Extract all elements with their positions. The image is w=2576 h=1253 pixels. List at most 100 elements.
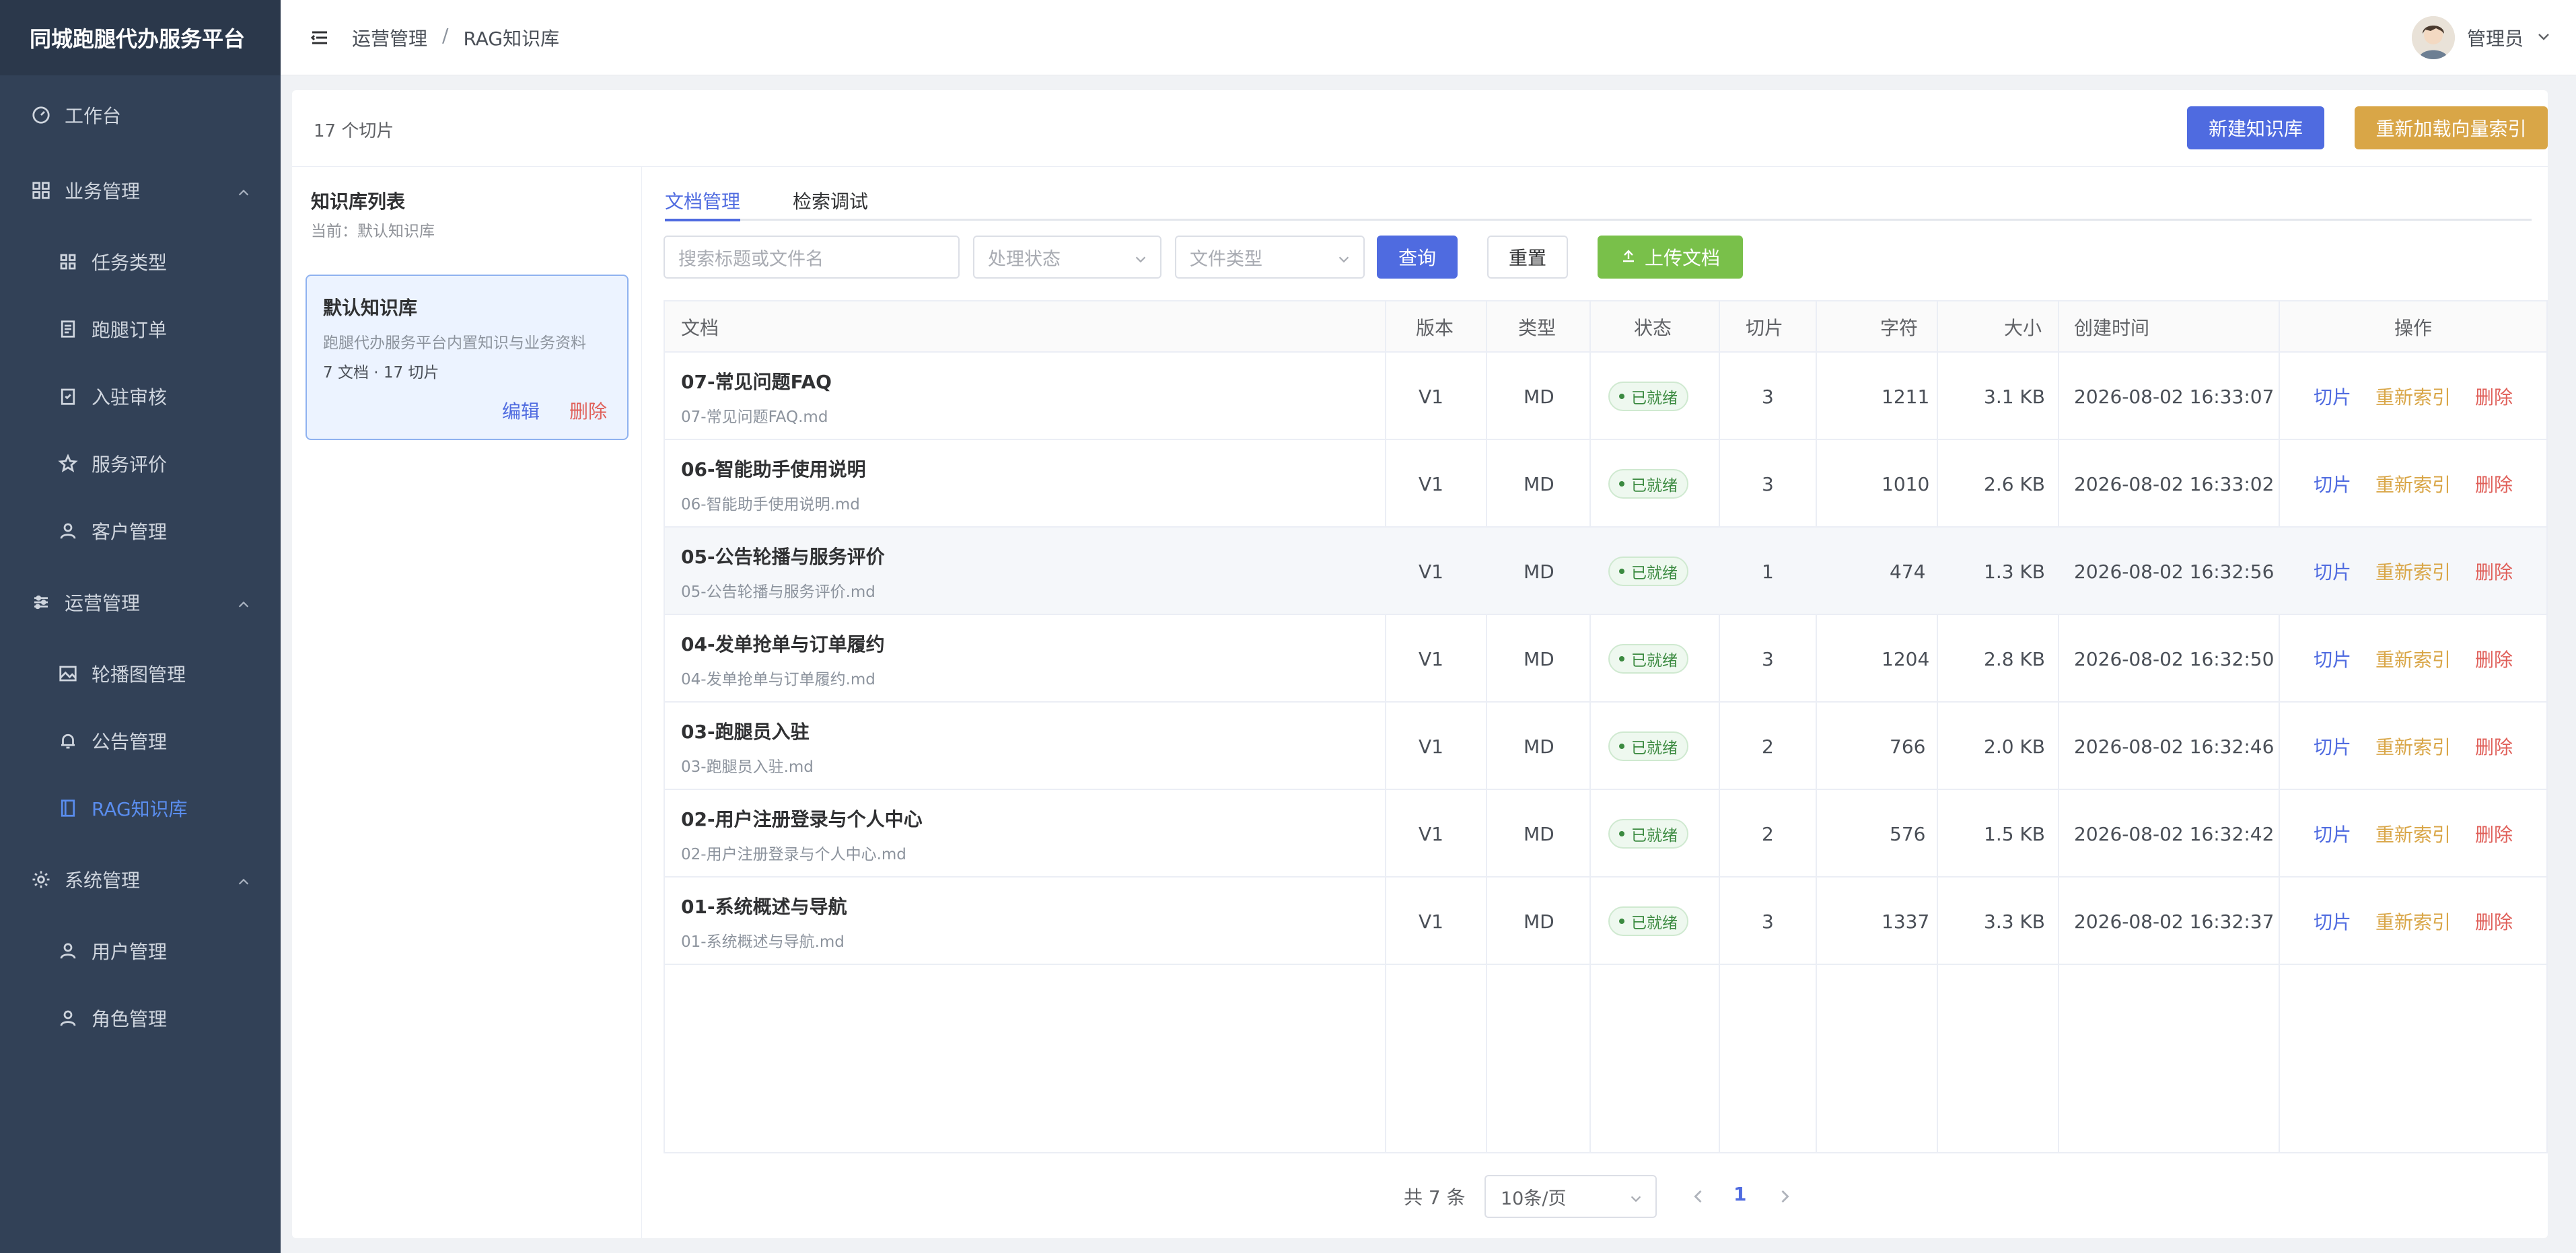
prev-page-icon[interactable] bbox=[1689, 1187, 1708, 1206]
doc-version: V1 bbox=[1419, 822, 1443, 845]
kb-card-default[interactable]: 默认知识库 跑腿代办服务平台内置知识与业务资料 7 文档 · 17 切片 编辑 … bbox=[306, 275, 629, 440]
status-select[interactable]: 处理状态 bbox=[973, 236, 1161, 279]
sidebar-item-label: 工作台 bbox=[65, 105, 122, 127]
doc-version: V1 bbox=[1419, 647, 1443, 670]
col-size: 大小 bbox=[2004, 317, 2042, 339]
doc-size: 3.1 KB bbox=[1984, 385, 2045, 408]
delete-link[interactable]: 删除 bbox=[2475, 908, 2513, 935]
doc-created: 2026-08-02 16:33:02 bbox=[2074, 472, 2275, 495]
table-row: 05-公告轮播与服务评价 05-公告轮播与服务评价.md V1 MD 已就绪 1… bbox=[665, 528, 2546, 615]
reload-vector-index-button[interactable]: 重新加载向量索引 bbox=[2355, 106, 2548, 149]
sidebar-item-roles[interactable]: 角色管理 bbox=[0, 995, 281, 1042]
kb-edit-link[interactable]: 编辑 bbox=[502, 397, 540, 424]
breadcrumb-separator: / bbox=[442, 24, 449, 46]
doc-chars: 1211 bbox=[1882, 385, 1930, 408]
menu-toggle-icon[interactable] bbox=[309, 27, 330, 48]
reindex-link[interactable]: 重新索引 bbox=[2375, 820, 2451, 847]
top-header: 运营管理 / RAG知识库 管理员 bbox=[281, 0, 2576, 75]
cut-link[interactable]: 切片 bbox=[2314, 733, 2351, 760]
documents-table: 文档 版本 类型 状态 切片 字符 大小 创建时间 操作 07-常见问题FAQ … bbox=[664, 300, 2548, 1153]
new-kb-button[interactable]: 新建知识库 bbox=[2187, 106, 2324, 149]
doc-chunks: 1 bbox=[1762, 560, 1774, 583]
doc-size: 1.3 KB bbox=[1984, 560, 2045, 583]
document-icon bbox=[57, 318, 79, 341]
tab-retrieval-debug[interactable]: 检索调试 bbox=[793, 187, 868, 214]
col-chunks: 切片 bbox=[1746, 317, 1784, 339]
sidebar-item-label: 服务评价 bbox=[92, 454, 168, 476]
row-actions: 切片 重新索引 删除 bbox=[2314, 440, 2513, 528]
delete-link[interactable]: 删除 bbox=[2475, 820, 2513, 847]
sidebar-item-rag-kb[interactable]: RAG知识库 bbox=[0, 785, 281, 832]
breadcrumb-item-operations[interactable]: 运营管理 bbox=[352, 24, 427, 51]
row-actions: 切片 重新索引 删除 bbox=[2314, 615, 2513, 703]
col-chars: 字符 bbox=[1880, 317, 1919, 339]
sidebar: 同城跑腿代办服务平台 工作台 业务管理 任务类型 跑腿订单 入驻审核 服务评价 … bbox=[0, 0, 281, 1253]
doc-type: MD bbox=[1524, 560, 1554, 583]
reset-button[interactable]: 重置 bbox=[1487, 236, 1568, 279]
sidebar-item-announcements[interactable]: 公告管理 bbox=[0, 717, 281, 764]
col-type: 类型 bbox=[1518, 317, 1557, 339]
doc-created: 2026-08-02 16:32:42 bbox=[2074, 822, 2275, 845]
tab-document-management[interactable]: 文档管理 bbox=[665, 187, 740, 214]
col-version: 版本 bbox=[1416, 317, 1454, 339]
reindex-link[interactable]: 重新索引 bbox=[2375, 383, 2451, 410]
doc-chars: 1010 bbox=[1882, 472, 1930, 495]
sidebar-item-task-types[interactable]: 任务类型 bbox=[0, 238, 281, 285]
next-page-icon[interactable] bbox=[1775, 1187, 1794, 1206]
delete-link[interactable]: 删除 bbox=[2475, 733, 2513, 760]
doc-chunks: 3 bbox=[1762, 472, 1774, 495]
sidebar-item-carousel[interactable]: 轮播图管理 bbox=[0, 650, 281, 697]
cut-link[interactable]: 切片 bbox=[2314, 820, 2351, 847]
check-clipboard-icon bbox=[57, 385, 79, 408]
doc-chunks: 3 bbox=[1762, 910, 1774, 933]
sidebar-group-business[interactable]: 业务管理 bbox=[0, 167, 281, 214]
pagination-total: 共 7 条 bbox=[1404, 1186, 1466, 1209]
sidebar-item-orders[interactable]: 跑腿订单 bbox=[0, 306, 281, 353]
cut-link[interactable]: 切片 bbox=[2314, 908, 2351, 935]
doc-created: 2026-08-02 16:32:50 bbox=[2074, 647, 2275, 670]
query-button[interactable]: 查询 bbox=[1377, 236, 1458, 279]
row-actions: 切片 重新索引 删除 bbox=[2314, 790, 2513, 878]
kb-list-panel: 知识库列表 当前：默认知识库 默认知识库 跑腿代办服务平台内置知识与业务资料 7… bbox=[292, 167, 642, 1238]
cut-link[interactable]: 切片 bbox=[2314, 383, 2351, 410]
cut-link[interactable]: 切片 bbox=[2314, 558, 2351, 585]
sidebar-item-onboarding-review[interactable]: 入驻审核 bbox=[0, 373, 281, 420]
file-type-select[interactable]: 文件类型 bbox=[1175, 236, 1365, 279]
delete-link[interactable]: 删除 bbox=[2475, 645, 2513, 672]
doc-size: 2.0 KB bbox=[1984, 735, 2045, 758]
sidebar-item-label: 业务管理 bbox=[65, 180, 141, 203]
row-actions: 切片 重新索引 删除 bbox=[2314, 528, 2513, 615]
upload-document-button[interactable]: 上传文档 bbox=[1598, 236, 1743, 279]
user-menu[interactable]: 管理员 bbox=[2411, 15, 2552, 61]
delete-link[interactable]: 删除 bbox=[2475, 383, 2513, 410]
reindex-link[interactable]: 重新索引 bbox=[2375, 558, 2451, 585]
sidebar-item-service-reviews[interactable]: 服务评价 bbox=[0, 440, 281, 487]
sidebar-group-system[interactable]: 系统管理 bbox=[0, 856, 281, 903]
apps-icon bbox=[57, 250, 79, 273]
status-select-placeholder: 处理状态 bbox=[988, 248, 1061, 270]
sidebar-item-label: 客户管理 bbox=[92, 521, 168, 543]
dashboard-icon bbox=[30, 104, 52, 127]
breadcrumb: 运营管理 / RAG知识库 bbox=[352, 24, 559, 51]
reindex-link[interactable]: 重新索引 bbox=[2375, 733, 2451, 760]
status-badge: 已就绪 bbox=[1608, 615, 1688, 703]
sidebar-item-customers[interactable]: 客户管理 bbox=[0, 507, 281, 554]
reindex-link[interactable]: 重新索引 bbox=[2375, 908, 2451, 935]
cut-link[interactable]: 切片 bbox=[2314, 645, 2351, 672]
reindex-link[interactable]: 重新索引 bbox=[2375, 470, 2451, 497]
doc-chars: 474 bbox=[1890, 560, 1926, 583]
sidebar-item-users[interactable]: 用户管理 bbox=[0, 927, 281, 974]
table-row: 07-常见问题FAQ 07-常见问题FAQ.md V1 MD 已就绪 3 121… bbox=[665, 353, 2546, 440]
kb-delete-link[interactable]: 删除 bbox=[569, 397, 607, 424]
page-size-select[interactable]: 10条/页 bbox=[1484, 1175, 1657, 1218]
cut-link[interactable]: 切片 bbox=[2314, 470, 2351, 497]
sidebar-group-operations[interactable]: 运营管理 bbox=[0, 579, 281, 626]
sidebar-item-label: 轮播图管理 bbox=[92, 664, 186, 686]
page-number-current[interactable]: 1 bbox=[1733, 1183, 1746, 1205]
delete-link[interactable]: 删除 bbox=[2475, 558, 2513, 585]
active-tab-indicator bbox=[665, 219, 740, 221]
delete-link[interactable]: 删除 bbox=[2475, 470, 2513, 497]
search-input[interactable]: 搜索标题或文件名 bbox=[664, 236, 960, 279]
reindex-link[interactable]: 重新索引 bbox=[2375, 645, 2451, 672]
sidebar-item-dashboard[interactable]: 工作台 bbox=[0, 92, 281, 139]
